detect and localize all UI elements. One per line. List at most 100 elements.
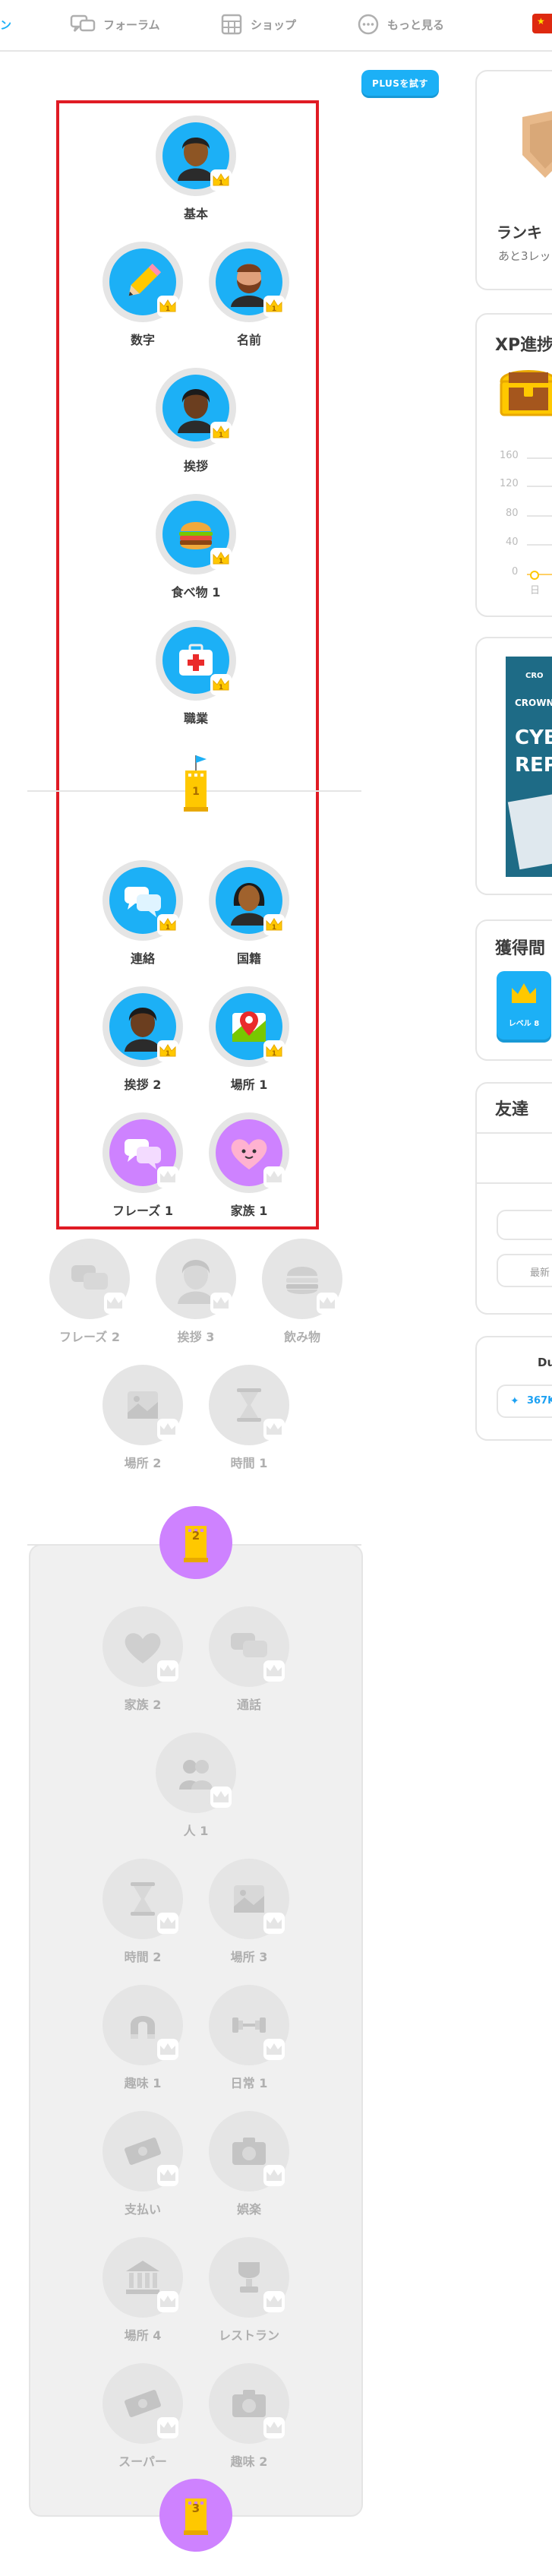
achievements-title: 獲得間 — [495, 939, 546, 958]
crown-icon — [263, 2164, 285, 2187]
locked-unit-section — [29, 1544, 363, 2517]
skill-label: 場所 1 — [230, 1078, 268, 1092]
crown-icon — [263, 1040, 285, 1062]
crown-icon — [156, 2038, 179, 2061]
friends-button-label: 最新 — [530, 1267, 550, 1279]
checkpoint-1[interactable]: 1 — [173, 754, 219, 812]
treasure-chest-icon — [498, 365, 552, 421]
skill-label: 場所 3 — [230, 1950, 268, 1964]
skill-daily1[interactable]: 日常 1 — [203, 1985, 295, 2099]
friends-input[interactable] — [497, 1210, 552, 1240]
ad-document-image — [507, 791, 552, 870]
crown-icon — [156, 1166, 179, 1188]
skill-places1[interactable]: 場所 1 — [203, 986, 295, 1100]
crown-icon — [210, 1292, 232, 1315]
xp-gridline — [527, 486, 552, 487]
xp-tick-label: 80 — [506, 508, 519, 519]
skill-nationality[interactable]: 国籍 — [203, 860, 295, 974]
xp-gridline — [527, 515, 552, 517]
skill-jobs[interactable]: 職業 — [150, 620, 241, 734]
skill-greetings3[interactable]: 挨拶 3 — [150, 1239, 241, 1353]
skill-payment[interactable]: 支払い — [97, 2111, 188, 2225]
crown-icon — [210, 673, 232, 696]
skill-family1[interactable]: 家族 1 — [203, 1112, 295, 1226]
achievement-badge[interactable]: レベル 8 — [497, 971, 551, 1040]
skill-people1[interactable]: 人 1 — [150, 1733, 241, 1847]
friends-divider — [477, 1132, 552, 1134]
skill-time1[interactable]: 時間 1 — [203, 1365, 295, 1479]
crown-icon — [263, 2290, 285, 2313]
skill-label: 時間 2 — [124, 1950, 162, 1964]
top-nav-bar: ン フォーラム ショップ もっと見る ★ — [0, 0, 552, 52]
skill-commute[interactable]: 通話 — [203, 1606, 295, 1720]
twitter-follow-button[interactable]: ✦ 367K — [497, 1385, 552, 1418]
crown-icon — [263, 295, 285, 318]
castle-icon — [184, 2498, 208, 2535]
skill-label: フレーズ 2 — [59, 1330, 120, 1344]
crown-icon — [263, 1166, 285, 1188]
achievement-level: レベル 8 — [508, 1020, 540, 1028]
skill-phrases2[interactable]: フレーズ 2 — [44, 1239, 135, 1353]
skill-label: スーパー — [118, 2454, 167, 2469]
checkpoint-3[interactable]: 3 — [159, 2479, 232, 2552]
ad-text: CRO — [525, 672, 544, 680]
forum-icon — [70, 14, 96, 34]
skill-hobby2[interactable]: 趣味 2 — [203, 2363, 295, 2477]
ad-text: CYB — [515, 726, 552, 749]
skill-label: 場所 2 — [124, 1456, 162, 1470]
skill-family2[interactable]: 家族 2 — [97, 1606, 188, 1720]
skill-greetings2[interactable]: 挨拶 2 — [97, 986, 188, 1100]
skill-restaurant[interactable]: レストラン — [203, 2237, 295, 2351]
skill-label: 食べ物 1 — [171, 585, 221, 600]
advertisement-card[interactable]: CRO CROWN CYB REPO — [475, 637, 552, 895]
nav-forum[interactable]: フォーラム — [70, 11, 160, 38]
skill-places3[interactable]: 場所 3 — [203, 1859, 295, 1973]
crown-icon — [156, 1912, 179, 1935]
friends-card: 友達 最新 — [475, 1082, 552, 1315]
skill-basic[interactable]: 基本 — [150, 116, 241, 229]
skill-label: 挨拶 3 — [177, 1330, 215, 1344]
skill-label: 娯楽 — [236, 2202, 261, 2217]
skill-places2[interactable]: 場所 2 — [97, 1365, 188, 1479]
nav-more[interactable]: もっと見る — [357, 11, 444, 38]
ad-text: REPO — [515, 754, 552, 777]
xp-progress-card: XP進捗 160 120 80 40 0 日 — [475, 313, 552, 617]
friends-title: 友達 — [495, 1100, 529, 1119]
castle-icon — [184, 755, 208, 812]
language-flag-icon[interactable]: ★ — [532, 14, 552, 33]
skill-label: 趣味 1 — [124, 2076, 162, 2090]
friends-button[interactable]: 最新 — [497, 1254, 552, 1287]
crown-icon — [210, 547, 232, 570]
leaderboard-subtitle: あと3レッ — [498, 249, 551, 263]
skill-label: レストラン — [218, 2328, 279, 2343]
twitter-count: 367K — [527, 1395, 552, 1407]
skill-contact[interactable]: 連絡 — [97, 860, 188, 974]
checkpoint-2[interactable]: 2 — [159, 1506, 232, 1579]
skill-label: 挨拶 — [183, 459, 208, 473]
nav-shop[interactable]: ショップ — [220, 11, 296, 38]
xp-tick-label: 120 — [500, 478, 519, 489]
skill-places4[interactable]: 場所 4 — [97, 2237, 188, 2351]
skill-label: 場所 4 — [124, 2328, 162, 2343]
crown-icon — [156, 1660, 179, 1682]
leaderboard-title: ランキ — [497, 223, 542, 242]
social-label: Du — [538, 1356, 552, 1369]
skill-supermarket[interactable]: スーパー — [97, 2363, 188, 2477]
crown-icon — [210, 421, 232, 444]
friends-divider — [477, 1182, 552, 1184]
skill-food1[interactable]: 食べ物 1 — [150, 494, 241, 608]
skill-label: 数字 — [130, 333, 155, 347]
skill-greetings[interactable]: 挨拶 — [150, 368, 241, 482]
skill-numbers[interactable]: 数字 — [97, 242, 188, 356]
skill-names[interactable]: 名前 — [203, 242, 295, 356]
nav-learn[interactable]: ン — [0, 11, 11, 38]
checkpoint-number: 1 — [192, 786, 200, 798]
skill-entertainment[interactable]: 娯楽 — [203, 2111, 295, 2225]
skill-label: フレーズ 1 — [112, 1204, 173, 1218]
skill-drinks[interactable]: 飲み物 — [257, 1239, 348, 1353]
try-plus-button[interactable]: PLUSを試す — [361, 70, 439, 96]
nav-forum-label: フォーラム — [103, 17, 160, 32]
skill-hobby1[interactable]: 趣味 1 — [97, 1985, 188, 2099]
skill-time2[interactable]: 時間 2 — [97, 1859, 188, 1973]
skill-phrases1[interactable]: フレーズ 1 — [97, 1112, 188, 1226]
